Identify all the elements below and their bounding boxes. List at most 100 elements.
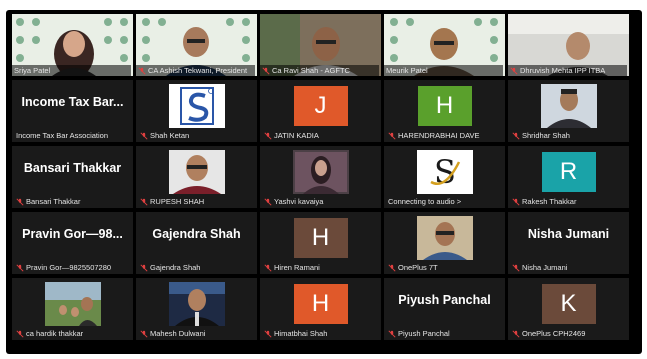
profile-picture — [44, 282, 101, 326]
participant-name: OnePlus 7T — [398, 263, 438, 272]
participant-tile-name-only[interactable]: Piyush Panchal Piyush Panchal — [384, 278, 505, 340]
participant-name-label: Nisha Jumani — [512, 263, 627, 272]
initial-avatar: J — [293, 86, 348, 126]
participant-tile-avatar[interactable]: H Himatbhai Shah — [260, 278, 381, 340]
initial-avatar: K — [541, 284, 596, 324]
participant-name: Rakesh Thakkar — [522, 197, 577, 206]
participant-name: Nisha Jumani — [522, 263, 568, 272]
participant-tile-avatar[interactable]: H HARENDRABHAI DAVE — [384, 80, 505, 142]
participant-name-label: Connecting to audio > — [388, 197, 503, 206]
participant-tile-picture[interactable]: Shridhar Shah — [508, 80, 629, 142]
participant-name-label: Pravin Gor—9825507280 — [16, 263, 131, 272]
participant-tile-video[interactable]: Ca Ravi Shah - AGFTC — [260, 14, 381, 76]
avatar-initial: H — [435, 92, 454, 119]
participant-display-name: Pravin Gor—98... — [22, 227, 123, 241]
muted-mic-icon — [264, 263, 272, 272]
participant-name-label: OnePlus CPH2469 — [512, 329, 627, 338]
muted-mic-icon — [140, 263, 148, 272]
brand-logo-icon: S — [416, 150, 473, 194]
avatar-initial: R — [559, 158, 578, 185]
participant-tile-name-only[interactable]: Nisha Jumani Nisha Jumani — [508, 212, 629, 274]
participant-name-label: Rakesh Thakkar — [512, 197, 627, 206]
avatar-initial: H — [311, 224, 330, 251]
participant-tile-picture[interactable]: RUPESH SHAH — [136, 146, 257, 208]
participant-name-label: Mahesh Dulwani — [140, 329, 255, 338]
muted-mic-icon — [510, 66, 518, 75]
participant-tile-name-only[interactable]: Bansari Thakkar Bansari Thakkar — [12, 146, 133, 208]
participant-name-label: Piyush Panchal — [388, 329, 503, 338]
person-photo — [44, 282, 101, 326]
avatar-initial: J — [314, 92, 327, 119]
participant-name: Sriya Patel — [14, 66, 51, 75]
participant-tile-avatar[interactable]: R Rakesh Thakkar — [508, 146, 629, 208]
participant-tile-avatar[interactable]: H Hiren Ramani — [260, 212, 381, 274]
participant-name: Shridhar Shah — [522, 131, 570, 140]
participant-tile-picture[interactable]: Shah Ketan — [136, 80, 257, 142]
participant-name-label: Gajendra Shah — [140, 263, 255, 272]
participant-tile-avatar[interactable]: K OnePlus CPH2469 — [508, 278, 629, 340]
muted-mic-icon — [140, 197, 148, 206]
profile-picture — [168, 150, 225, 194]
avatar-initial: H — [311, 290, 330, 317]
participant-tile-name-only[interactable]: Gajendra Shah Gajendra Shah — [136, 212, 257, 274]
muted-mic-icon — [388, 263, 396, 272]
participant-name: Gajendra Shah — [150, 263, 201, 272]
muted-mic-icon — [512, 131, 520, 140]
participant-tile-video[interactable]: CA Ashish Tekwani, President — [136, 14, 257, 76]
participant-name-label: Meurik Patel — [384, 65, 503, 76]
participant-tile-picture[interactable]: S Connecting to audio > — [384, 146, 505, 208]
participant-name-label: RUPESH SHAH — [140, 197, 255, 206]
participant-name-label: Income Tax Bar Association — [16, 131, 131, 140]
muted-mic-icon — [512, 263, 520, 272]
participant-tile-name-only[interactable]: Income Tax Bar... Income Tax Bar Associa… — [12, 80, 133, 142]
muted-mic-icon — [512, 197, 520, 206]
person-photo — [416, 216, 473, 260]
person-photo — [168, 282, 225, 326]
participant-name: JATIN KADIA — [274, 131, 319, 140]
participant-name-label: ca hardik thakkar — [16, 329, 131, 338]
profile-picture: S — [416, 150, 473, 194]
participant-name-label: Ca Ravi Shah - AGFTC — [260, 65, 379, 76]
initial-avatar: H — [417, 86, 472, 126]
participant-tile-avatar[interactable]: J JATIN KADIA — [260, 80, 381, 142]
profile-picture — [168, 282, 225, 326]
participant-name-label: Yashvi kavaiya — [264, 197, 379, 206]
participant-name-label: HARENDRABHAI DAVE — [388, 131, 503, 140]
muted-mic-icon — [388, 131, 396, 140]
participant-tile-video[interactable]: Dhruvish Mehta IPP ITBA — [508, 14, 629, 76]
participant-display-name: Income Tax Bar... — [21, 95, 124, 109]
muted-mic-icon — [264, 197, 272, 206]
participant-name-label: Himatbhai Shah — [264, 329, 379, 338]
participant-tile-picture[interactable]: Mahesh Dulwani — [136, 278, 257, 340]
initial-avatar: H — [293, 284, 348, 324]
participant-name: ca hardik thakkar — [26, 329, 84, 338]
participant-name-label: Hiren Ramani — [264, 263, 379, 272]
participant-name-label: CA Ashish Tekwani, President — [136, 65, 255, 76]
participant-name: Meurik Patel — [386, 66, 428, 75]
video-conference-window: Sriya Patel CA Ashish Tekwani, President… — [6, 10, 642, 354]
participant-tile-video-active-speaker[interactable]: Meurik Patel — [384, 14, 505, 76]
participant-tile-video[interactable]: Sriya Patel — [12, 14, 133, 76]
profile-picture — [168, 84, 225, 128]
participant-tile-picture[interactable]: OnePlus 7T — [384, 212, 505, 274]
participant-name: RUPESH SHAH — [150, 197, 205, 206]
participant-display-name: Nisha Jumani — [527, 227, 610, 241]
participant-name: Bansari Thakkar — [26, 197, 81, 206]
participant-name-label: Shah Ketan — [140, 131, 255, 140]
person-photo — [540, 84, 597, 128]
participant-display-name: Gajendra Shah — [152, 227, 241, 241]
participant-tile-picture[interactable]: Yashvi kavaiya — [260, 146, 381, 208]
company-logo-icon — [168, 84, 225, 128]
participant-name: OnePlus CPH2469 — [522, 329, 586, 338]
participant-tile-name-only[interactable]: Pravin Gor—98... Pravin Gor—9825507280 — [12, 212, 133, 274]
participant-name-label: OnePlus 7T — [388, 263, 503, 272]
participant-name: Himatbhai Shah — [274, 329, 328, 338]
participant-name: Shah Ketan — [150, 131, 190, 140]
participant-name-label: Sriya Patel — [12, 65, 131, 76]
profile-picture — [416, 216, 473, 260]
participant-tile-picture[interactable]: ca hardik thakkar — [12, 278, 133, 340]
muted-mic-icon — [16, 329, 24, 338]
participant-name: Dhruvish Mehta IPP ITBA — [520, 66, 606, 75]
profile-picture — [292, 150, 349, 194]
muted-mic-icon — [16, 197, 24, 206]
